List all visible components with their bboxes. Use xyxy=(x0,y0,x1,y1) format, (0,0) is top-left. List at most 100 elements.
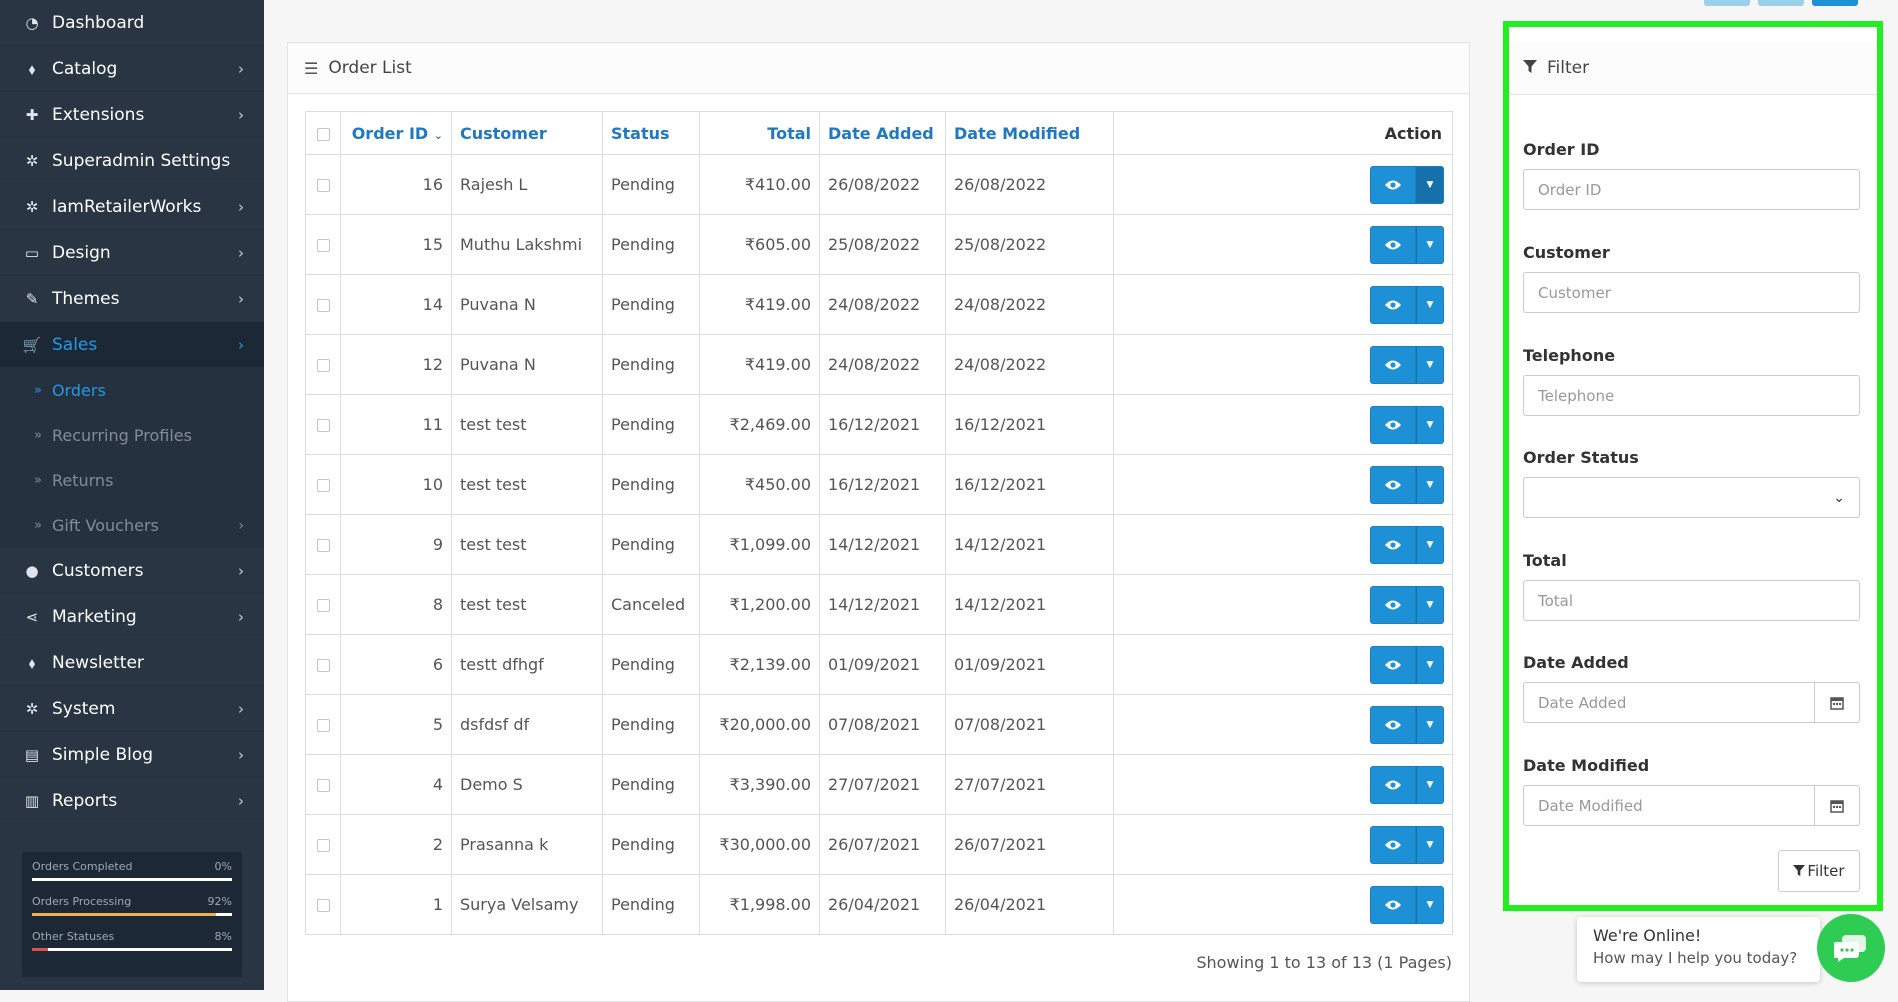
table-row: 5 dsfdsf df Pending ₹20,000.00 07/08/2021 07/… xyxy=(305,694,1453,755)
view-order-button[interactable] xyxy=(1370,405,1416,444)
sidebar-item-simple-blog[interactable]: ▤ Simple Blog › xyxy=(0,732,264,778)
order-table: Order ID ⌄ Customer Status Total Date Ad… xyxy=(305,111,1453,935)
view-order-button[interactable] xyxy=(1370,225,1416,264)
view-order-button[interactable] xyxy=(1370,345,1416,384)
row-checkbox[interactable] xyxy=(316,419,330,432)
top-button-3[interactable] xyxy=(1812,0,1858,6)
row-checkbox[interactable] xyxy=(316,599,330,612)
view-order-button[interactable] xyxy=(1370,825,1416,864)
sidebar-item-customers[interactable]: ● Customers › xyxy=(0,548,264,594)
action-dropdown-button[interactable]: ▼ xyxy=(1416,465,1444,504)
dashboard-icon: ◔ xyxy=(25,13,39,32)
progress-bar xyxy=(32,948,232,951)
action-dropdown-button[interactable]: ▼ xyxy=(1416,765,1444,804)
view-order-button[interactable] xyxy=(1370,465,1416,504)
sidebar-item-sales[interactable]: 🛒 Sales › xyxy=(0,322,264,368)
action-dropdown-button[interactable]: ▼ xyxy=(1416,285,1444,324)
customer-label: Customer xyxy=(1523,243,1610,262)
sidebar-subitem-returns[interactable]: » Returns xyxy=(0,458,264,503)
sidebar-item-system[interactable]: ✲ System › xyxy=(0,686,264,732)
row-checkbox[interactable] xyxy=(316,539,330,552)
row-checkbox[interactable] xyxy=(316,899,330,912)
view-order-button[interactable] xyxy=(1370,165,1416,204)
action-dropdown-button[interactable]: ▼ xyxy=(1416,165,1444,204)
view-order-button[interactable] xyxy=(1370,525,1416,564)
action-dropdown-button[interactable]: ▼ xyxy=(1416,225,1444,264)
row-checkbox[interactable] xyxy=(316,239,330,252)
total-input[interactable]: Total xyxy=(1523,580,1860,621)
top-button-1[interactable] xyxy=(1704,0,1750,6)
view-order-button[interactable] xyxy=(1370,705,1416,744)
caret-down-icon: ▼ xyxy=(1426,659,1434,670)
sidebar-item-catalog[interactable]: ⬧ Catalog › xyxy=(0,46,264,92)
sidebar-item-dashboard[interactable]: ◔ Dashboard xyxy=(0,0,264,46)
view-order-button[interactable] xyxy=(1370,585,1416,624)
row-checkbox[interactable] xyxy=(316,179,330,192)
date-added-header[interactable]: Date Added xyxy=(819,111,946,155)
row-checkbox[interactable] xyxy=(316,479,330,492)
row-checkbox[interactable] xyxy=(316,779,330,792)
view-order-button[interactable] xyxy=(1370,645,1416,684)
status-header[interactable]: Status xyxy=(602,111,700,155)
caret-down-icon: ▼ xyxy=(1426,179,1434,190)
order-id-header[interactable]: Order ID ⌄ xyxy=(340,111,452,155)
action-dropdown-button[interactable]: ▼ xyxy=(1416,645,1444,684)
action-dropdown-button[interactable]: ▼ xyxy=(1416,885,1444,924)
row-checkbox[interactable] xyxy=(316,839,330,852)
row-checkbox[interactable] xyxy=(316,299,330,312)
sidebar-item-marketing[interactable]: ⋖ Marketing › xyxy=(0,594,264,640)
pagination-info: Showing 1 to 13 of 13 (1 Pages) xyxy=(1196,953,1452,972)
row-checkbox[interactable] xyxy=(316,659,330,672)
date-modified-calendar-button[interactable] xyxy=(1815,785,1860,826)
table-row: 8 test test Canceled ₹1,200.00 14/12/2021 14/… xyxy=(305,574,1453,635)
sidebar-item-themes[interactable]: ✎ Themes › xyxy=(0,276,264,322)
sidebar-item-reports[interactable]: ▥ Reports › xyxy=(0,778,264,824)
select-all-checkbox[interactable] xyxy=(316,127,330,141)
view-order-button[interactable] xyxy=(1370,285,1416,324)
action-cell: ▼ xyxy=(1113,754,1453,815)
sidebar-item-newsletter[interactable]: ⬧ Newsletter xyxy=(0,640,264,686)
date-modified-input[interactable]: Date Modified xyxy=(1523,785,1815,826)
date-added-cell: 26/08/2022 xyxy=(819,154,946,215)
sidebar-item-iamretailerworks[interactable]: ✲ IamRetailerWorks › xyxy=(0,184,264,230)
sidebar-item-design[interactable]: ▭ Design › xyxy=(0,230,264,276)
action-dropdown-button[interactable]: ▼ xyxy=(1416,825,1444,864)
sidebar-item-superadmin-settings[interactable]: ✲ Superadmin Settings xyxy=(0,138,264,184)
top-button-2[interactable] xyxy=(1758,0,1804,6)
action-dropdown-button[interactable]: ▼ xyxy=(1416,345,1444,384)
action-dropdown-button[interactable]: ▼ xyxy=(1416,585,1444,624)
action-dropdown-button[interactable]: ▼ xyxy=(1416,525,1444,564)
date-added-input[interactable]: Date Added xyxy=(1523,682,1815,723)
view-order-button[interactable] xyxy=(1370,765,1416,804)
date-added-calendar-button[interactable] xyxy=(1815,682,1860,723)
date-modified-header[interactable]: Date Modified xyxy=(945,111,1114,155)
order-status-group: Order Status ⌄ xyxy=(1523,448,1860,518)
total-header[interactable]: Total xyxy=(699,111,820,155)
caret-down-icon: ▼ xyxy=(1426,419,1434,430)
chat-launcher-button[interactable] xyxy=(1817,914,1885,982)
order-list-title: Order List xyxy=(328,58,412,78)
sidebar-subitem-gift-vouchers[interactable]: » Gift Vouchers › xyxy=(0,503,264,548)
action-button-group: ▼ xyxy=(1370,465,1444,504)
action-dropdown-button[interactable]: ▼ xyxy=(1416,405,1444,444)
order-id-input[interactable]: Order ID xyxy=(1523,169,1860,210)
sidebar-subitem-label: Recurring Profiles xyxy=(51,426,192,445)
customer-header[interactable]: Customer xyxy=(451,111,603,155)
telephone-input[interactable]: Telephone xyxy=(1523,375,1860,416)
filter-button[interactable]: Filter xyxy=(1778,850,1860,892)
view-order-button[interactable] xyxy=(1370,885,1416,924)
sidebar-subitem-recurring-profiles[interactable]: » Recurring Profiles xyxy=(0,413,264,458)
action-dropdown-button[interactable]: ▼ xyxy=(1416,705,1444,744)
row-select-cell xyxy=(305,154,341,215)
row-checkbox[interactable] xyxy=(316,719,330,732)
sidebar-item-extensions[interactable]: ✚ Extensions › xyxy=(0,92,264,138)
chevron-right-icon: › xyxy=(238,561,244,580)
date-modified-cell: 24/08/2022 xyxy=(945,274,1114,335)
row-checkbox[interactable] xyxy=(316,359,330,372)
order-status-select[interactable]: ⌄ xyxy=(1523,477,1860,518)
chat-bubble[interactable]: We're Online! How may I help you today? xyxy=(1577,917,1820,982)
customer-input[interactable]: Customer xyxy=(1523,272,1860,313)
sidebar-subitem-orders[interactable]: » Orders xyxy=(0,368,264,413)
order-list-heading: ☰ Order List xyxy=(288,43,1469,94)
table-row: 10 test test Pending ₹450.00 16/12/2021 16/12… xyxy=(305,454,1453,515)
